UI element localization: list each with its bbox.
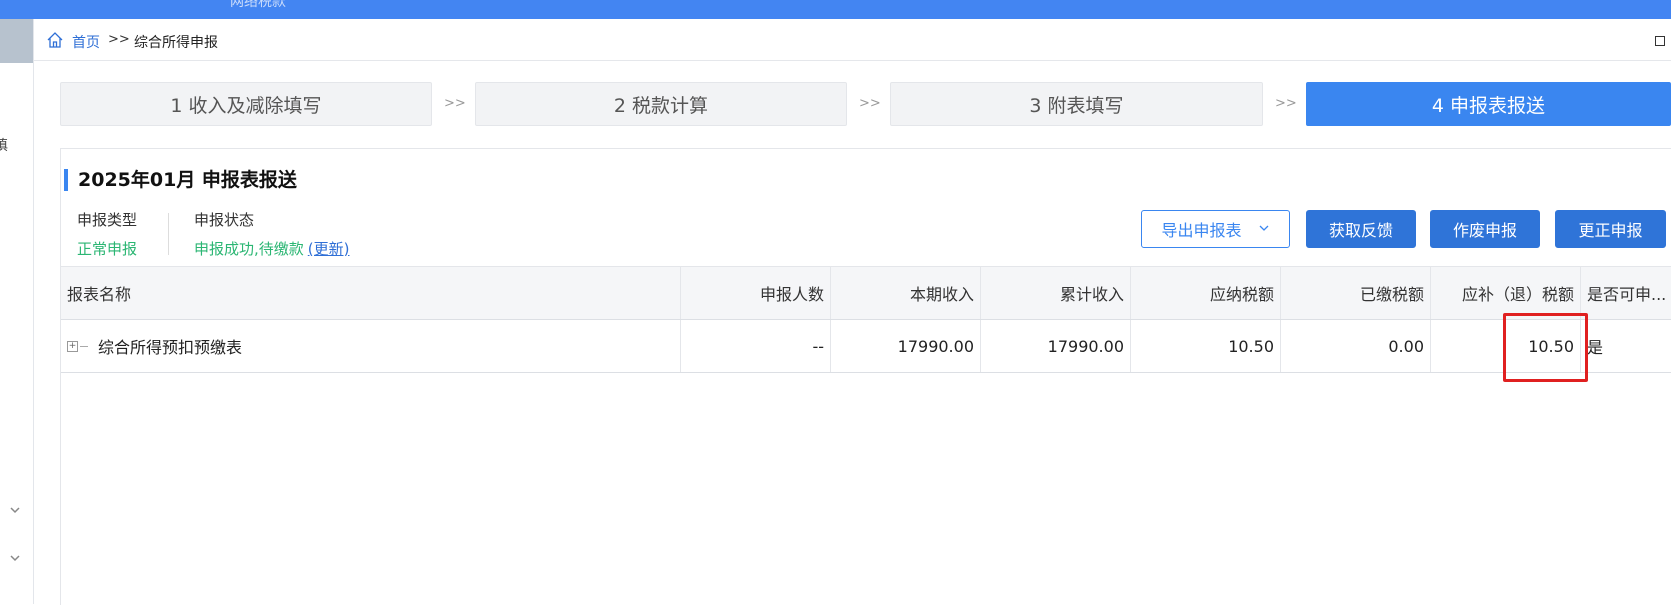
step-4-active[interactable]: 4 申报表报送: [1306, 82, 1671, 126]
row-cumulative-income: 17990.00: [981, 320, 1131, 372]
declaration-type-label: 申报类型: [77, 211, 138, 229]
status-text: 申报成功,待缴款: [194, 240, 304, 258]
home-icon[interactable]: [46, 31, 64, 49]
col-header-tax-paid: 已缴税额: [1281, 267, 1431, 319]
breadcrumb-current: 综合所得申报: [134, 35, 218, 51]
chevron-down-icon[interactable]: [8, 551, 22, 565]
export-declaration-dropdown[interactable]: 导出申报表: [1141, 210, 1290, 248]
void-declaration-button[interactable]: 作废申报: [1430, 210, 1540, 248]
row-current-income: 17990.00: [831, 320, 981, 372]
top-banner: 网络税款: [0, 0, 1671, 19]
correct-declaration-button[interactable]: 更正申报: [1555, 210, 1666, 248]
col-header-current-income: 本期收入: [831, 267, 981, 319]
declaration-status: 申报状态 申报成功,待缴款 (更新): [194, 209, 350, 259]
breadcrumb: 首页 >> 综合所得申报: [34, 19, 1671, 61]
banner-text: 网络税款: [230, 0, 286, 10]
col-header-cumulative-income: 累计收入: [981, 267, 1131, 319]
col-header-tax-due: 应补（退）税额: [1431, 267, 1581, 319]
step-3[interactable]: 3 附表填写: [890, 82, 1263, 126]
row-people: --: [681, 320, 831, 372]
step-1[interactable]: 1 收入及减除填写: [60, 82, 432, 126]
row-tax-paid: 0.00: [1281, 320, 1431, 372]
declaration-type: 申报类型 正常申报: [77, 209, 137, 259]
step-2[interactable]: 2 税款计算: [475, 82, 847, 126]
highlight-box: [1503, 313, 1588, 382]
row-report-name: + 综合所得预扣预缴表: [61, 320, 681, 372]
declaration-type-value: 正常申报: [77, 240, 138, 258]
tree-line: [80, 345, 88, 347]
export-label: 导出申报表: [1161, 221, 1242, 240]
table-row[interactable]: + 综合所得预扣预缴表 -- 17990.00 17990.00 10.50 0…: [61, 320, 1671, 373]
breadcrumb-home-link[interactable]: 首页: [72, 32, 100, 52]
expand-icon[interactable]: +: [67, 340, 78, 352]
step-arrow: >>: [1275, 96, 1297, 111]
panel-title: 2025年01月 申报表报送: [64, 169, 297, 191]
breadcrumb-separator: >>: [108, 32, 130, 47]
declaration-table: 报表名称 申报人数 本期收入 累计收入 应纳税额 已缴税额 应补（退）税额 是否…: [61, 266, 1671, 373]
report-name-text[interactable]: 综合所得预扣预缴表: [98, 334, 242, 358]
col-header-can-declare: 是否可申...: [1587, 285, 1667, 304]
chevron-down-icon: [1258, 222, 1270, 237]
col-header-report-name: 报表名称: [61, 267, 681, 319]
chevron-down-icon[interactable]: [8, 503, 22, 517]
col-header-people: 申报人数: [681, 267, 831, 319]
table-header: 报表名称 申报人数 本期收入 累计收入 应纳税额 已缴税额 应补（退）税额 是否…: [61, 266, 1671, 320]
declaration-status-label: 申报状态: [194, 211, 255, 229]
maximize-icon[interactable]: [1655, 36, 1665, 46]
step-arrow: >>: [444, 96, 466, 111]
row-tax-payable: 10.50: [1131, 320, 1281, 372]
sidebar-active-block[interactable]: [0, 19, 33, 63]
col-header-tax-payable: 应纳税额: [1131, 267, 1281, 319]
declaration-status-value: 申报成功,待缴款 (更新): [194, 238, 350, 259]
sidebar-item-partial[interactable]: 填: [0, 135, 8, 155]
declaration-panel: 2025年01月 申报表报送 申报类型 正常申报 申报状态 申报成功,待缴款 (更…: [60, 148, 1671, 605]
get-feedback-button[interactable]: 获取反馈: [1306, 210, 1416, 248]
step-arrow: >>: [859, 96, 881, 111]
row-can-declare: 是: [1587, 338, 1604, 357]
sidebar: 填: [0, 19, 34, 604]
refresh-link[interactable]: (更新): [308, 240, 350, 258]
divider: [168, 213, 169, 255]
